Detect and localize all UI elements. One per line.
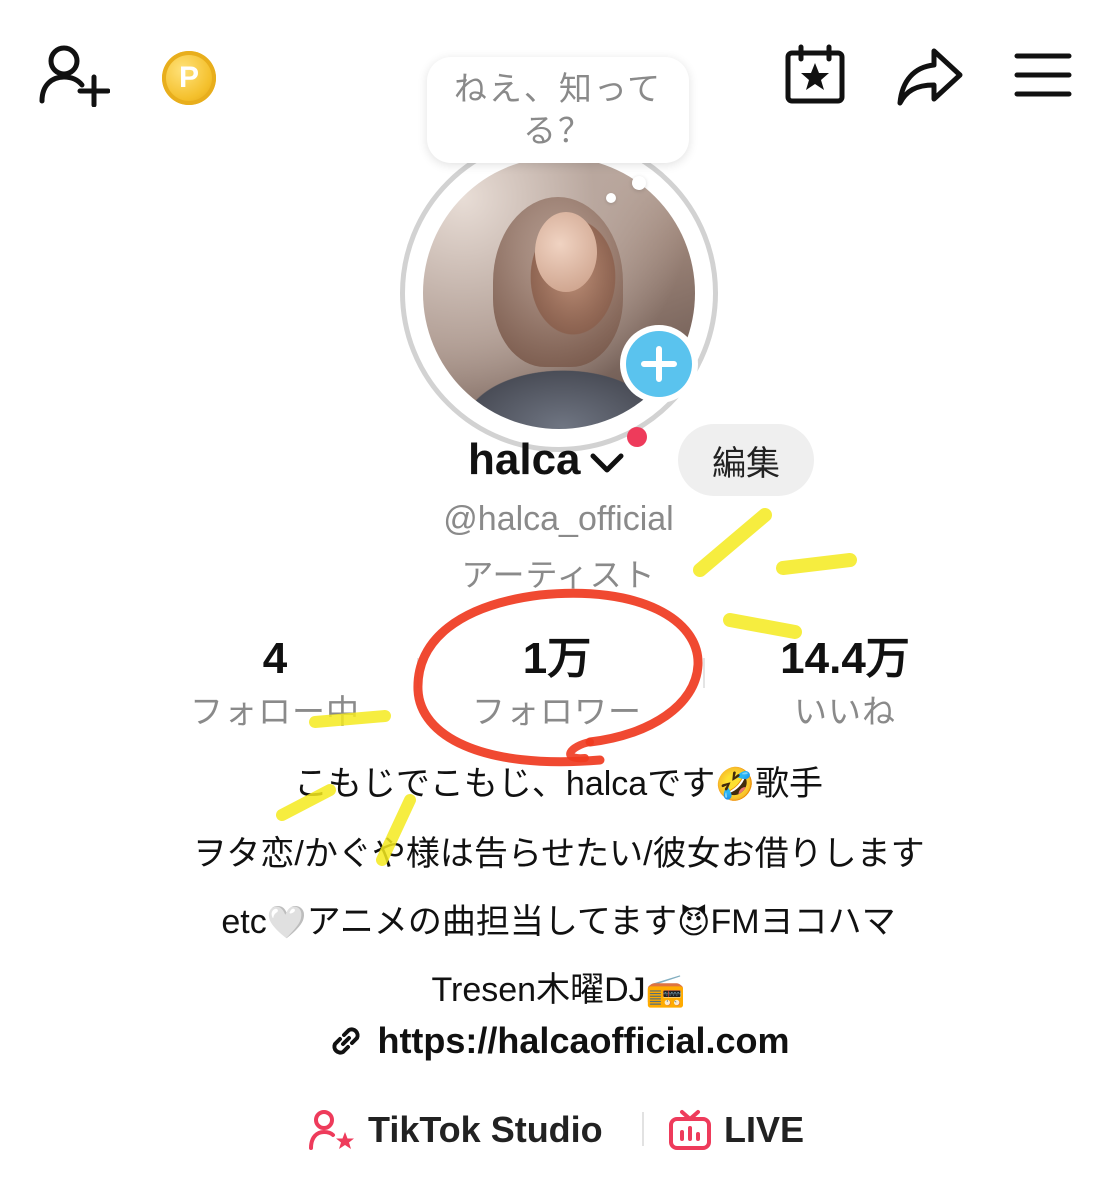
studio-label: TikTok Studio: [368, 1109, 603, 1150]
menu-button[interactable]: [1012, 48, 1074, 102]
white-heart-emoji: 🤍: [266, 903, 307, 941]
add-story-button[interactable]: [620, 325, 698, 403]
profile-name: halca: [468, 435, 581, 484]
bio-line-2: ヲタ恋/かぐや様は告らせたい/彼女お借りします: [192, 835, 925, 873]
coin-letter: P: [178, 61, 199, 94]
edit-profile-button[interactable]: 編集: [678, 424, 814, 496]
bubble-line-1: ねえ、知って: [453, 69, 663, 108]
live-label: LIVE: [724, 1109, 805, 1150]
avatar-face: [535, 212, 597, 292]
notification-dot: [627, 427, 647, 447]
followers-label: フォロワー: [472, 692, 642, 731]
stat-followers[interactable]: 1万 フォロワー: [450, 632, 664, 734]
radio-emoji: 📻: [645, 971, 686, 1009]
bottom-divider: [642, 1112, 644, 1146]
stat-divider: [703, 658, 705, 688]
bio-line-4: Tresen木曜DJ📻: [0, 962, 1117, 1011]
bio-text: FMヨコハマ: [710, 903, 896, 941]
status-bubble[interactable]: ねえ、知って る？: [427, 57, 689, 163]
account-switcher[interactable]: halca: [468, 430, 625, 490]
bubble-tail-dot: [632, 176, 646, 190]
rofl-emoji: 🤣: [715, 765, 756, 803]
calendar-star-icon: [785, 44, 845, 104]
followers-count: 1万: [522, 634, 592, 683]
username-handle: @halca_official: [443, 500, 674, 538]
chevron-down-icon: [590, 453, 624, 473]
link-icon: [332, 1027, 360, 1055]
share-button[interactable]: [895, 44, 965, 108]
plus-icon: [641, 346, 677, 382]
profile-link[interactable]: https://halcaofficial.com: [0, 1015, 1117, 1067]
bio-line-3: etc🤍アニメの曲担当してます😈FMヨコハマ: [0, 894, 1117, 943]
account-category: アーティスト: [461, 556, 656, 594]
devil-emoji: 😈: [677, 903, 711, 941]
following-count: 4: [262, 634, 288, 683]
following-label: フォロー中: [190, 692, 360, 731]
likes-label: いいね: [794, 692, 896, 731]
bio-text: 歌手: [755, 765, 824, 803]
share-arrow-icon: [897, 48, 963, 106]
likes-count: 14.4万: [780, 634, 910, 683]
bubble-line-2: る？: [522, 111, 593, 150]
add-friend-button[interactable]: [36, 42, 112, 108]
live-tv-icon: [669, 1110, 711, 1150]
link-url: https://halcaofficial.com: [377, 1020, 790, 1061]
bubble-tail-dot-small: [606, 193, 616, 203]
hamburger-menu-icon: [1014, 53, 1072, 97]
bubble-text: ねえ、知って る？: [454, 68, 662, 152]
bio-line-1: こもじでこもじ、halcaです🤣歌手: [0, 756, 1117, 805]
stat-divider: [417, 658, 419, 688]
person-star-icon: [309, 1110, 354, 1150]
person-plus-icon: [39, 45, 110, 107]
live-button[interactable]: LIVE: [668, 1100, 804, 1160]
bio-text: etc: [221, 903, 267, 941]
bio-text: アニメの曲担当してます: [306, 903, 678, 941]
coin-icon[interactable]: P: [162, 51, 216, 105]
bio-text: こもじでこもじ、halcaです: [293, 765, 716, 803]
stat-likes[interactable]: 14.4万 いいね: [740, 632, 950, 734]
stat-following[interactable]: 4 フォロー中: [170, 632, 380, 734]
plus-circle: [626, 331, 692, 397]
tiktok-studio-button[interactable]: TikTok Studio: [308, 1100, 603, 1160]
bio-text: Tresen木曜DJ: [431, 971, 646, 1009]
calendar-button[interactable]: [782, 42, 848, 108]
